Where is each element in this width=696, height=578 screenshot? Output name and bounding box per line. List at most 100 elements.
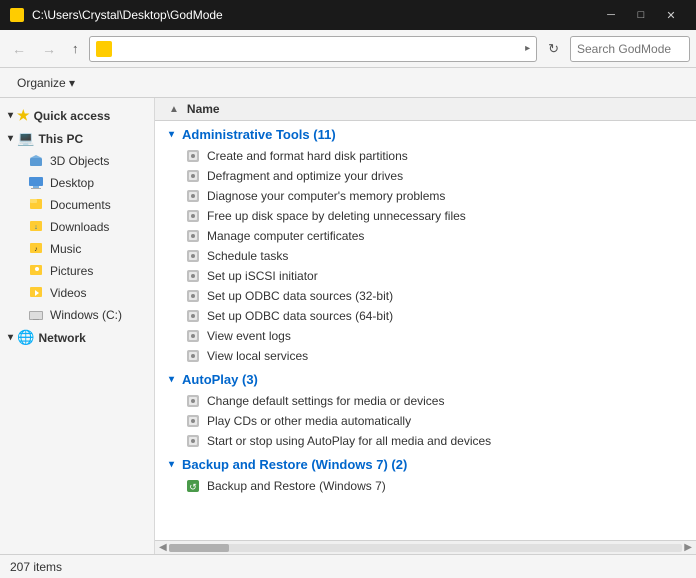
- organize-button[interactable]: Organize ▾: [10, 73, 82, 93]
- svg-text:↺: ↺: [189, 482, 197, 492]
- section-items-2: ↺ Backup and Restore (Windows 7): [155, 476, 696, 496]
- item-label: Set up ODBC data sources (32-bit): [207, 289, 393, 303]
- minimize-button[interactable]: ─: [596, 5, 626, 25]
- close-button[interactable]: ✕: [656, 5, 686, 25]
- item-label: Defragment and optimize your drives: [207, 169, 403, 183]
- documents-icon: [28, 197, 44, 213]
- item-label: Play CDs or other media automatically: [207, 414, 411, 428]
- item-icon: [185, 168, 201, 184]
- item-label: Start or stop using AutoPlay for all med…: [207, 434, 491, 448]
- sidebar-item-network[interactable]: ▾ 🌐 Network: [0, 326, 154, 349]
- item-icon: ↺: [185, 478, 201, 494]
- list-item[interactable]: Schedule tasks: [155, 246, 696, 266]
- name-column-header: Name: [187, 102, 220, 116]
- refresh-button[interactable]: ↻: [541, 37, 566, 61]
- item-icon: [185, 413, 201, 429]
- sidebar-item-this-pc[interactable]: ▾ 💻 This PC: [0, 127, 154, 150]
- item-label: Backup and Restore (Windows 7): [207, 479, 386, 493]
- this-pc-icon: 💻: [17, 130, 34, 147]
- item-label: Create and format hard disk partitions: [207, 149, 408, 163]
- sidebar-item-pictures[interactable]: Pictures: [0, 260, 154, 282]
- desktop-icon: [28, 175, 44, 191]
- toolbar: ← → ↑ ▸ ↻ 🔍: [0, 30, 696, 68]
- list-item[interactable]: Free up disk space by deleting unnecessa…: [155, 206, 696, 226]
- item-icon: [185, 393, 201, 409]
- list-item[interactable]: Defragment and optimize your drives: [155, 166, 696, 186]
- section-group-0: ▾Administrative Tools (11) Create and fo…: [155, 121, 696, 366]
- forward-button[interactable]: →: [36, 37, 62, 61]
- item-icon: [185, 308, 201, 324]
- section-title-text: AutoPlay (3): [182, 372, 258, 387]
- list-item[interactable]: Set up ODBC data sources (32-bit): [155, 286, 696, 306]
- sidebar-windows-c-label: Windows (C:): [50, 308, 122, 322]
- back-button[interactable]: ←: [6, 37, 32, 61]
- section-group-1: ▾AutoPlay (3) Change default settings fo…: [155, 366, 696, 451]
- pictures-icon: [28, 263, 44, 279]
- list-item[interactable]: Start or stop using AutoPlay for all med…: [155, 431, 696, 451]
- list-item[interactable]: Manage computer certificates: [155, 226, 696, 246]
- section-title-text: Administrative Tools (11): [182, 127, 336, 142]
- downloads-icon: ↓: [28, 219, 44, 235]
- this-pc-chevron-icon: ▾: [8, 133, 13, 144]
- quick-access-chevron-icon: ▾: [8, 110, 13, 121]
- sidebar-item-videos[interactable]: Videos: [0, 282, 154, 304]
- list-item[interactable]: View local services: [155, 346, 696, 366]
- svg-text:↓: ↓: [34, 224, 38, 231]
- organize-bar: Organize ▾: [0, 68, 696, 98]
- title-bar: C:\Users\Crystal\Desktop\GodMode ─ □ ✕: [0, 0, 696, 30]
- horizontal-scrollbar[interactable]: ◀ ▶: [155, 540, 696, 554]
- sidebar-item-quick-access[interactable]: ▾ ★ Quick access: [0, 104, 154, 127]
- file-list[interactable]: ▾Administrative Tools (11) Create and fo…: [155, 121, 696, 540]
- list-item[interactable]: Set up ODBC data sources (64-bit): [155, 306, 696, 326]
- h-scroll-right-arrow[interactable]: ▶: [682, 542, 694, 553]
- sidebar: ▾ ★ Quick access ▾ 💻 This PC 3D Objects …: [0, 98, 155, 554]
- collapse-icon[interactable]: ▲: [169, 104, 179, 115]
- list-item[interactable]: Change default settings for media or dev…: [155, 391, 696, 411]
- sidebar-item-windows-c[interactable]: Windows (C:): [0, 304, 154, 326]
- sidebar-quick-access-label: Quick access: [34, 109, 111, 123]
- sidebar-desktop-label: Desktop: [50, 176, 94, 190]
- up-button[interactable]: ↑: [66, 37, 85, 60]
- address-bar: ▸: [89, 36, 538, 62]
- window-controls: ─ □ ✕: [596, 5, 686, 25]
- list-item[interactable]: ↺ Backup and Restore (Windows 7): [155, 476, 696, 496]
- sidebar-item-downloads[interactable]: ↓ Downloads: [0, 216, 154, 238]
- sidebar-3d-objects-label: 3D Objects: [50, 154, 109, 168]
- title-bar-icon: [10, 8, 24, 22]
- section-chevron-icon: ▾: [169, 459, 174, 470]
- list-item[interactable]: Create and format hard disk partitions: [155, 146, 696, 166]
- item-icon: [185, 248, 201, 264]
- section-title-1[interactable]: ▾AutoPlay (3): [155, 366, 696, 391]
- search-input[interactable]: [577, 42, 696, 56]
- sidebar-item-documents[interactable]: Documents: [0, 194, 154, 216]
- sidebar-item-desktop[interactable]: Desktop: [0, 172, 154, 194]
- title-bar-path: C:\Users\Crystal\Desktop\GodMode: [32, 8, 223, 22]
- sidebar-videos-label: Videos: [50, 286, 86, 300]
- network-chevron-icon: ▾: [8, 332, 13, 343]
- item-icon: [185, 328, 201, 344]
- item-label: Diagnose your computer's memory problems: [207, 189, 445, 203]
- item-icon: [185, 148, 201, 164]
- section-title-0[interactable]: ▾Administrative Tools (11): [155, 121, 696, 146]
- windows-c-icon: [28, 307, 44, 323]
- item-label: Change default settings for media or dev…: [207, 394, 444, 408]
- list-item[interactable]: Diagnose your computer's memory problems: [155, 186, 696, 206]
- list-item[interactable]: Play CDs or other media automatically: [155, 411, 696, 431]
- section-group-2: ▾Backup and Restore (Windows 7) (2) ↺ Ba…: [155, 451, 696, 496]
- section-items-1: Change default settings for media or dev…: [155, 391, 696, 451]
- list-item[interactable]: View event logs: [155, 326, 696, 346]
- maximize-button[interactable]: □: [626, 5, 656, 25]
- address-input[interactable]: [116, 42, 522, 56]
- sidebar-item-3d-objects[interactable]: 3D Objects: [0, 150, 154, 172]
- section-title-2[interactable]: ▾Backup and Restore (Windows 7) (2): [155, 451, 696, 476]
- sidebar-network-label: Network: [38, 331, 85, 345]
- sidebar-documents-label: Documents: [50, 198, 111, 212]
- sidebar-item-music[interactable]: ♪ Music: [0, 238, 154, 260]
- item-icon: [185, 208, 201, 224]
- main-area: ▾ ★ Quick access ▾ 💻 This PC 3D Objects …: [0, 98, 696, 554]
- h-scroll-left-arrow[interactable]: ◀: [157, 542, 169, 553]
- sidebar-this-pc-label: This PC: [38, 132, 83, 146]
- h-scroll-thumb[interactable]: [169, 544, 229, 552]
- list-item[interactable]: Set up iSCSI initiator: [155, 266, 696, 286]
- item-icon: [185, 433, 201, 449]
